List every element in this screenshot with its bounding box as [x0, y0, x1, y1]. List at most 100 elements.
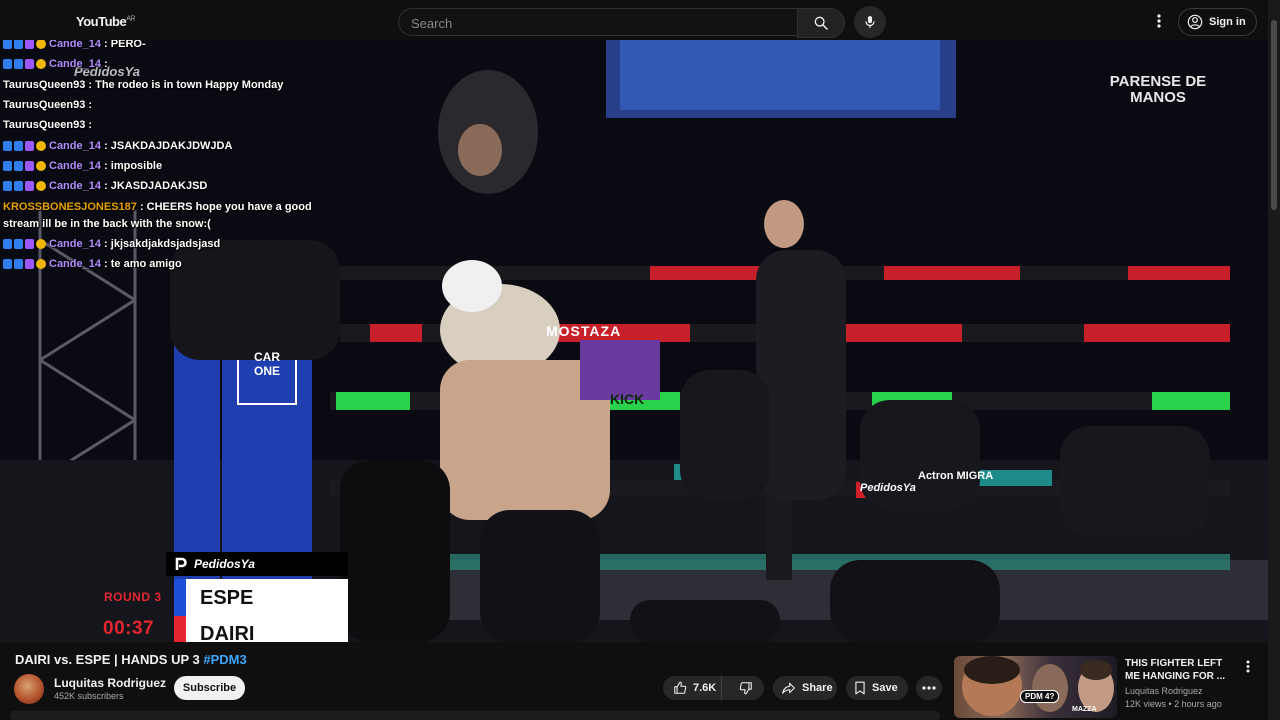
chat-badge-icon — [36, 59, 46, 69]
chat-badges — [3, 59, 46, 69]
chat-badges — [3, 141, 46, 151]
chat-username[interactable]: TaurusQueen93 — [3, 119, 85, 131]
search-icon — [814, 16, 828, 30]
live-chat-overlay: Cande_14 : PERO- Cande_14 : TaurusQueen93 … — [0, 40, 312, 280]
chat-badge-icon — [36, 40, 46, 49]
chat-badge-icon — [3, 181, 12, 191]
thumbnail-tag: MAZZA — [1072, 706, 1097, 713]
chat-badge-icon — [14, 161, 23, 171]
like-count: 7.6K — [693, 682, 717, 694]
chat-text: : imposible — [104, 160, 163, 172]
chat-message: TaurusQueen93 : — [3, 97, 92, 113]
youtube-logo[interactable]: YouTubeAR — [76, 14, 135, 29]
chat-badge-icon — [3, 59, 12, 69]
thumbs-up-icon — [674, 681, 687, 694]
chat-badges — [3, 181, 46, 191]
chat-badges — [3, 40, 46, 49]
ring-banner-kick: KICK — [610, 391, 645, 407]
video-title-text: DAIRI vs. ESPE | HANDS UP 3 — [15, 652, 204, 667]
recommended-video-meta: 12K views • 2 hours ago — [1125, 699, 1222, 709]
chat-badge-icon — [36, 259, 46, 269]
chat-text: : te amo amigo — [104, 258, 182, 270]
chat-badge-icon — [25, 239, 34, 249]
chat-text: : The rodeo is in town Happy Monday — [88, 79, 284, 91]
channel-name[interactable]: Luquitas Rodriguez — [54, 676, 166, 690]
thumbs-down-icon — [739, 682, 752, 695]
recommended-video-title[interactable]: THIS FIGHTER LEFT ME HANGING FOR ... — [1125, 657, 1233, 683]
like-button[interactable]: 7.6K — [663, 676, 723, 700]
chat-message: Cande_14 : — [3, 56, 108, 72]
chat-message: Cande_14 : imposible — [3, 158, 162, 174]
video-player[interactable]: PedidosYa PARENSE DE MANOS MOSTAZA KICK … — [0, 40, 1268, 642]
chat-badge-icon — [36, 141, 46, 151]
chat-badge-icon — [14, 239, 23, 249]
chat-badge-icon — [36, 181, 46, 191]
chat-badge-icon — [36, 239, 46, 249]
chat-username[interactable]: TaurusQueen93 — [3, 79, 85, 91]
chat-message: Cande_14 : te amo amigo — [3, 256, 182, 272]
chat-username[interactable]: Cande_14 — [49, 140, 101, 152]
hashtag-link[interactable]: #PDM3 — [203, 652, 246, 667]
chat-username[interactable]: Cande_14 — [49, 258, 101, 270]
save-bookmark-icon — [855, 681, 865, 695]
sign-in-label: Sign in — [1209, 16, 1246, 28]
subscribe-button[interactable]: Subscribe — [174, 676, 245, 700]
chat-username[interactable]: Cande_14 — [49, 180, 101, 192]
chat-message: TaurusQueen93 : — [3, 117, 92, 133]
share-label: Share — [802, 682, 833, 694]
dislike-button[interactable] — [728, 676, 764, 700]
recommended-video-channel[interactable]: Luquitas Rodriguez — [1125, 686, 1203, 696]
chat-text: : CHEERS hope you have a good — [139, 201, 312, 213]
fighter-blue-name: ESPE — [200, 587, 254, 609]
share-button[interactable]: Share — [773, 676, 837, 700]
chat-badge-icon — [25, 181, 34, 191]
chat-badge-icon — [25, 161, 34, 171]
channel-avatar[interactable] — [14, 674, 44, 704]
ring-banner-actron: Actron MIGRA — [918, 470, 994, 482]
chat-badge-icon — [14, 181, 23, 191]
chat-badge-icon — [25, 259, 34, 269]
logo-region: AR — [126, 15, 135, 23]
round-clock: 00:37 — [103, 618, 155, 639]
chat-badge-icon — [3, 161, 12, 171]
chat-badge-icon — [36, 161, 46, 171]
chat-username[interactable]: Cande_14 — [49, 58, 101, 70]
sign-in-button[interactable]: Sign in — [1178, 8, 1257, 36]
chat-message: Cande_14 : PERO- — [3, 40, 146, 52]
chat-username[interactable]: KROSSBONESJONES187 — [3, 201, 137, 213]
top-bar: YouTubeAR Sign in — [0, 0, 1280, 40]
chat-text: : jkjsakdjakdsjadsjasd — [104, 238, 221, 250]
chat-username[interactable]: Cande_14 — [49, 40, 101, 50]
chat-badge-icon — [14, 259, 23, 269]
chat-username[interactable]: Cande_14 — [49, 160, 101, 172]
ring-banner-pedidosya: PedidosYa — [860, 482, 916, 494]
chat-message: stream ill be in the back with the snow:… — [3, 216, 211, 232]
search-input[interactable] — [409, 13, 783, 33]
search-button[interactable] — [797, 8, 845, 38]
chat-text: : JKASDJADAKJSD — [104, 180, 208, 192]
chat-badge-icon — [25, 40, 34, 49]
recommended-more-button[interactable] — [1242, 658, 1254, 674]
show-logo: PARENSE DE MANOS — [1109, 73, 1207, 106]
recommended-video-thumbnail[interactable]: PDM 4? MAZZA — [954, 656, 1117, 718]
page-scrollbar[interactable] — [1268, 0, 1280, 720]
more-vertical-icon — [1157, 14, 1161, 28]
chat-text: : — [88, 99, 93, 111]
chat-username[interactable]: Cande_14 — [49, 238, 101, 250]
save-label: Save — [872, 682, 898, 694]
chat-username[interactable]: TaurusQueen93 — [3, 99, 85, 111]
red-corner-stripe — [174, 616, 186, 642]
chat-text: : — [88, 119, 93, 131]
chat-badge-icon — [3, 259, 12, 269]
more-actions-button[interactable] — [916, 676, 942, 700]
chat-text: stream ill be in the back with the snow:… — [3, 218, 211, 230]
round-label: ROUND 3 — [104, 590, 162, 604]
settings-menu-button[interactable] — [1148, 10, 1170, 32]
voice-search-button[interactable] — [854, 6, 886, 38]
chat-badge-icon — [25, 141, 34, 151]
thumbnail-badge: PDM 4? — [1020, 690, 1060, 703]
scrollbar-thumb[interactable] — [1271, 20, 1277, 210]
save-button[interactable]: Save — [846, 676, 908, 700]
description-box-edge — [10, 711, 940, 720]
scoreboard-sponsor: PedidosYa — [166, 552, 348, 576]
